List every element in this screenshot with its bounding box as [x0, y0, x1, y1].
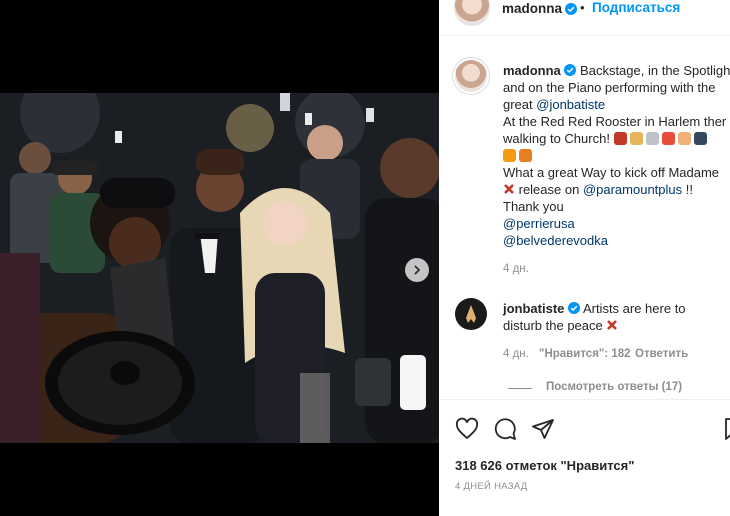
comment-reply-button[interactable]: Ответить — [635, 348, 688, 360]
view-replies-line — [508, 388, 532, 389]
comment-text-1: Artists are here to — [582, 301, 686, 316]
mention-belvederevodka[interactable]: @belvederevodka — [503, 232, 730, 249]
comment-text: jonbatiste Artists are here to disturb t… — [503, 300, 730, 334]
caption-line-5: walking to Church! — [503, 130, 730, 147]
comment-icon[interactable] — [493, 417, 517, 441]
action-bar: 318 626 отметок "Нравится" 4 ДНЕЙ НАЗАД — [439, 399, 730, 516]
firecracker-emoji-icon — [661, 132, 675, 145]
mention-perrierusa[interactable]: @perrierusa — [503, 215, 730, 232]
caption-text-5: walking to Church! — [503, 131, 610, 146]
caption-line-6 — [503, 147, 730, 164]
caption-avatar[interactable] — [455, 60, 487, 92]
cross-mark-icon — [504, 184, 514, 194]
comment-text-2: disturb the peace — [503, 318, 603, 333]
mention-paramountplus[interactable]: @paramountplus — [583, 182, 682, 197]
verified-badge-icon — [565, 3, 577, 15]
caption-text-3: great — [503, 97, 537, 112]
paper-plane-icon[interactable] — [531, 417, 555, 441]
heels-emoji-icon — [613, 132, 627, 145]
header-separator: • — [580, 0, 585, 15]
comment-like-count[interactable]: "Нравится": 182 — [539, 348, 631, 360]
fire-emoji-icon — [519, 149, 532, 162]
microphone-emoji-icon — [645, 132, 659, 145]
post-sidebar: madonna • Подписаться madonna Backstage,… — [439, 0, 730, 516]
caption-text-8-end: !! — [682, 182, 693, 197]
follow-button[interactable]: Подписаться — [592, 0, 680, 15]
next-photo-button[interactable] — [405, 258, 429, 282]
post-media-pane — [0, 0, 439, 516]
post-date[interactable]: 4 ДНЕЙ НАЗАД — [455, 481, 528, 492]
verified-badge-icon — [564, 64, 577, 76]
caption-text: madonna Backstage, in the Spotligh and o… — [503, 62, 730, 249]
bookmark-icon[interactable] — [722, 417, 730, 441]
caption-line-7: What a great Way to kick off Madame — [503, 165, 720, 180]
post-photo-illustration — [0, 93, 439, 443]
praying-hands-emoji-icon — [629, 132, 643, 145]
post-photo[interactable] — [0, 93, 439, 443]
caption-username[interactable]: madonna — [503, 63, 561, 78]
commenter-avatar[interactable] — [455, 298, 487, 330]
view-replies-button[interactable]: Посмотреть ответы (17) — [546, 381, 682, 393]
verified-badge-icon — [568, 302, 581, 314]
caption-text-1: Backstage, in the Spotligh — [580, 63, 730, 78]
likes-count[interactable]: 318 626 отметок "Нравится" — [455, 458, 634, 473]
unicorn-emoji-icon — [677, 132, 691, 145]
caption-line-3: great @jonbatiste — [503, 96, 730, 113]
comments-list: madonna Backstage, in the Spotligh and o… — [439, 37, 730, 399]
cross-mark-icon — [607, 320, 618, 330]
piano-emoji-icon — [693, 132, 707, 145]
fire-emoji-icon — [503, 149, 516, 162]
caption-line-8: release on @paramountplus !! — [503, 181, 730, 198]
caption-line-9: Thank you — [503, 199, 564, 214]
post-header: madonna • Подписаться — [439, 0, 730, 36]
praying-hands-avatar-icon — [466, 305, 476, 323]
comment-line-2: disturb the peace — [503, 317, 730, 334]
mention-jonbatiste[interactable]: @jonbatiste — [536, 97, 605, 112]
owner-username[interactable]: madonna — [502, 1, 562, 16]
comment-age[interactable]: 4 дн. — [503, 348, 529, 360]
caption-text-8: release on — [515, 182, 583, 197]
comment-username[interactable]: jonbatiste — [503, 301, 564, 316]
caption-line-2: and on the Piano performing with the — [503, 80, 716, 95]
caption-age[interactable]: 4 дн. — [503, 263, 529, 275]
owner-avatar[interactable] — [454, 0, 490, 26]
chevron-right-icon — [414, 265, 421, 275]
comment-line-1: jonbatiste Artists are here to — [503, 300, 730, 317]
heart-icon[interactable] — [455, 417, 479, 441]
caption-line-1: madonna Backstage, in the Spotligh — [503, 62, 730, 79]
caption-line-4: At the Red Red Rooster in Harlem ther — [503, 114, 727, 129]
